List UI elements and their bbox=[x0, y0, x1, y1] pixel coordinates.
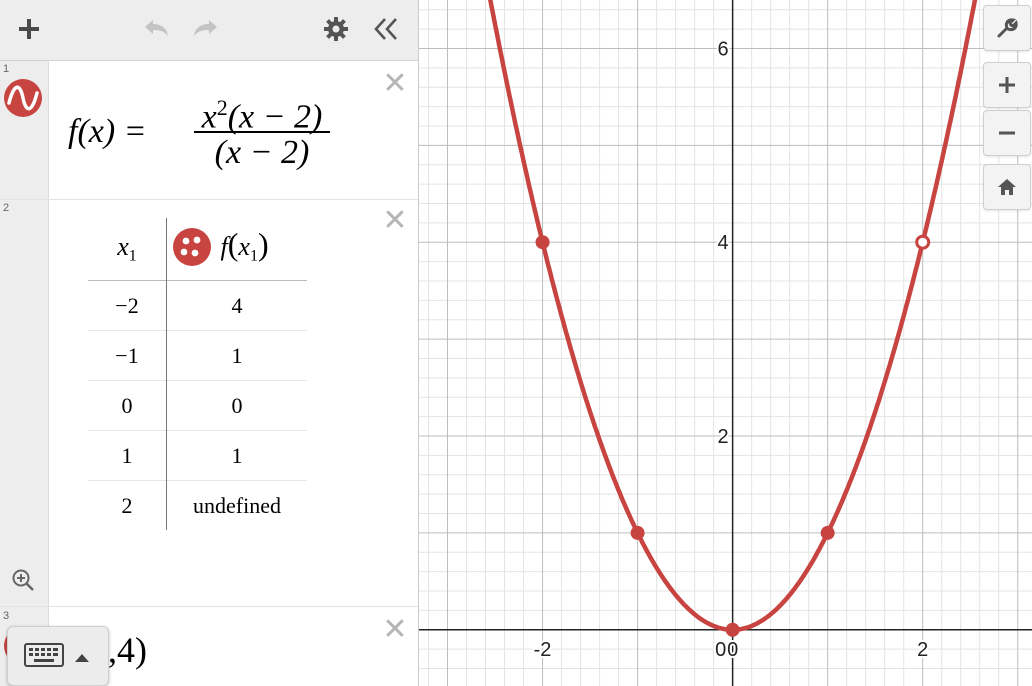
redo-button[interactable] bbox=[186, 10, 226, 48]
hole-point bbox=[915, 234, 931, 250]
x-tick-label: 0 bbox=[727, 639, 738, 661]
header-var: x bbox=[238, 232, 250, 262]
graph-settings-button[interactable] bbox=[983, 5, 1031, 51]
table-cell[interactable]: −1 bbox=[88, 330, 167, 381]
redo-icon bbox=[194, 20, 217, 36]
expression-formula[interactable]: f(x) = x2(x − 2) (x − 2) bbox=[68, 85, 348, 175]
column-header-fx1[interactable]: f(x1) bbox=[166, 218, 307, 281]
y-tick-label: 6 bbox=[718, 38, 729, 60]
keyboard-toggle-button[interactable] bbox=[7, 626, 109, 686]
table-row: 2 undefined bbox=[88, 480, 307, 530]
table-cell[interactable]: 0 bbox=[88, 380, 167, 431]
table-cell[interactable]: 1 bbox=[166, 430, 307, 481]
home-icon bbox=[998, 179, 1016, 195]
y-tick-label: 2 bbox=[718, 426, 729, 448]
collapse-panel-button[interactable] bbox=[364, 10, 408, 48]
x-tick-label: -2 bbox=[534, 639, 552, 661]
plus-icon bbox=[19, 19, 39, 39]
undo-icon bbox=[145, 20, 168, 36]
paren-open: ( bbox=[227, 226, 239, 263]
delete-table-icon[interactable]: ✕ bbox=[382, 206, 408, 236]
settings-button[interactable] bbox=[316, 10, 356, 48]
table-cell[interactable]: 0 bbox=[166, 380, 307, 431]
double-chevron-left-icon bbox=[374, 18, 397, 40]
undo-button[interactable] bbox=[136, 10, 176, 48]
header-sub: 1 bbox=[249, 247, 258, 265]
numerator-factor: (x − 2) bbox=[227, 98, 323, 136]
expression-list: 1 f(x) = x2(x − 2) (x − 2) ✕ 2 ✕ x1 f(x1… bbox=[0, 0, 419, 686]
table-cell[interactable]: 1 bbox=[88, 430, 167, 481]
expression-row[interactable]: 1 f(x) = x2(x − 2) (x − 2) ✕ bbox=[0, 61, 418, 200]
wave-icon[interactable] bbox=[4, 79, 42, 117]
fraction-numerator: x2(x − 2) bbox=[194, 85, 330, 135]
keyboard-icon bbox=[24, 643, 64, 667]
y-tick-label: 4 bbox=[718, 232, 729, 254]
table-point bbox=[820, 525, 835, 540]
numerator-exponent: 2 bbox=[216, 95, 228, 120]
table-cell[interactable]: 1 bbox=[166, 330, 307, 381]
zoom-out-button[interactable] bbox=[983, 110, 1031, 156]
point-expression-text[interactable]: ,4) bbox=[108, 629, 147, 671]
table-cell[interactable]: undefined bbox=[166, 480, 307, 530]
table-point bbox=[725, 622, 740, 637]
table-row: 0 0 bbox=[88, 380, 307, 431]
row-number: 2 bbox=[3, 202, 10, 214]
header-fn: f bbox=[220, 232, 228, 262]
fraction-denominator: (x − 2) bbox=[214, 134, 310, 171]
row-number: 1 bbox=[3, 63, 10, 75]
fraction: x2(x − 2) (x − 2) bbox=[194, 85, 330, 173]
table-row: 1 1 bbox=[88, 430, 307, 481]
table-row: −1 1 bbox=[88, 330, 307, 381]
minus-icon bbox=[999, 131, 1015, 135]
wrench-icon bbox=[997, 18, 1018, 38]
table-cell[interactable]: −2 bbox=[88, 280, 167, 331]
expression-gutter: 2 bbox=[0, 200, 49, 606]
table-point bbox=[630, 525, 645, 540]
add-item-button[interactable] bbox=[10, 10, 48, 48]
points-icon[interactable] bbox=[173, 227, 211, 272]
table-cell[interactable]: 2 bbox=[88, 480, 167, 530]
zoom-in-button[interactable] bbox=[983, 62, 1031, 108]
table-cell[interactable]: 4 bbox=[166, 280, 307, 331]
table-row: −2 4 bbox=[88, 280, 307, 331]
numerator-base: x bbox=[201, 98, 217, 136]
table-point bbox=[535, 235, 550, 250]
function-definition-lhs: f(x) = bbox=[68, 113, 147, 150]
table-header: x1 f(x1) bbox=[88, 218, 307, 281]
caret-up-icon bbox=[75, 654, 89, 662]
delete-expression-icon[interactable]: ✕ bbox=[382, 69, 408, 99]
header-var: x bbox=[117, 232, 129, 262]
header-sub: 1 bbox=[128, 247, 137, 265]
graph-canvas[interactable]: -2 0 2 0 2 4 6 bbox=[419, 0, 1032, 686]
origin-label: 0 bbox=[715, 639, 726, 661]
function-curve bbox=[488, 0, 978, 633]
row-number: 3 bbox=[3, 610, 10, 622]
value-table[interactable]: x1 f(x1) −2 4 −1 1 0 0 1 1 2 undefined bbox=[88, 218, 307, 530]
expression-gutter: 1 bbox=[0, 61, 49, 199]
expression-toolbar bbox=[0, 0, 418, 61]
zoom-fit-icon[interactable] bbox=[11, 568, 35, 592]
gear-icon bbox=[324, 17, 348, 41]
delete-expression-icon[interactable]: ✕ bbox=[382, 615, 408, 645]
column-header-x1[interactable]: x1 bbox=[88, 218, 167, 281]
paren-close: ) bbox=[257, 226, 269, 263]
plus-icon bbox=[999, 77, 1015, 93]
x-tick-label: 2 bbox=[917, 639, 928, 661]
default-viewport-button[interactable] bbox=[983, 164, 1031, 210]
